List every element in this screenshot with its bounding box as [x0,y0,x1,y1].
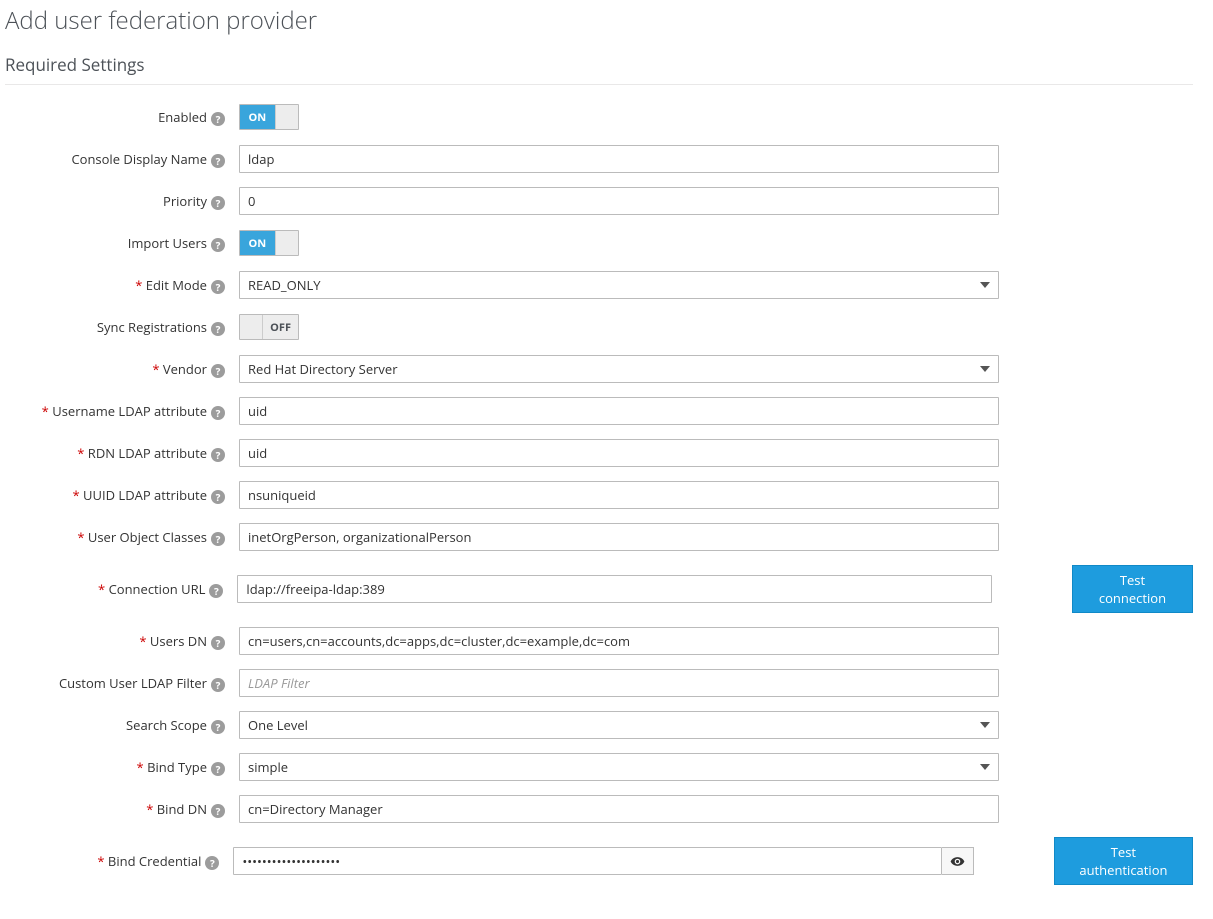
label-console-display-name: Console Display Name? [5,150,239,168]
help-icon[interactable]: ? [211,532,225,546]
help-icon[interactable]: ? [211,238,225,252]
label-bind-credential: * Bind Credential? [5,852,233,870]
label-enabled: Enabled? [5,108,239,126]
label-vendor: * Vendor? [5,360,239,378]
page-title: Add user federation provider [5,4,1193,37]
label-bind-type: * Bind Type? [5,758,239,776]
input-priority[interactable] [239,187,999,215]
toggle-enabled[interactable]: ON [239,104,299,130]
select-search-scope[interactable]: One Level [239,711,999,739]
label-search-scope: Search Scope? [5,716,239,734]
label-import-users: Import Users? [5,234,239,252]
label-username-ldap-attr: * Username LDAP attribute? [5,402,239,420]
help-icon[interactable]: ? [209,584,223,598]
input-rdn-ldap-attr[interactable] [239,439,999,467]
input-custom-user-ldap-filter[interactable] [239,669,999,697]
label-user-object-classes: * User Object Classes? [5,528,239,546]
select-vendor[interactable]: Red Hat Directory Server [239,355,999,383]
help-icon[interactable]: ? [211,448,225,462]
label-edit-mode: * Edit Mode? [5,276,239,294]
label-users-dn: * Users DN? [5,632,239,650]
reveal-password-button[interactable] [942,847,974,875]
label-rdn-ldap-attr: * RDN LDAP attribute? [5,444,239,462]
test-authentication-button[interactable]: Test authentication [1054,837,1193,885]
label-bind-dn: * Bind DN? [5,800,239,818]
label-sync-registrations: Sync Registrations? [5,318,239,336]
input-connection-url[interactable] [237,575,992,603]
input-bind-dn[interactable] [239,795,999,823]
label-custom-user-ldap-filter: Custom User LDAP Filter? [5,674,239,692]
help-icon[interactable]: ? [211,154,225,168]
select-bind-type[interactable]: simple [239,753,999,781]
toggle-import-users[interactable]: ON [239,230,299,256]
label-connection-url: * Connection URL? [5,580,237,598]
select-edit-mode[interactable]: READ_ONLY [239,271,999,299]
help-icon[interactable]: ? [211,280,225,294]
help-icon[interactable]: ? [211,406,225,420]
help-icon[interactable]: ? [211,762,225,776]
help-icon[interactable]: ? [211,636,225,650]
input-bind-credential[interactable] [233,847,941,875]
input-users-dn[interactable] [239,627,999,655]
test-connection-button[interactable]: Test connection [1072,565,1193,613]
help-icon[interactable]: ? [211,720,225,734]
help-icon[interactable]: ? [211,490,225,504]
toggle-sync-registrations[interactable]: OFF [239,314,299,340]
input-username-ldap-attr[interactable] [239,397,999,425]
help-icon[interactable]: ? [205,856,219,870]
section-required-settings: Required Settings [5,53,1193,85]
help-icon[interactable]: ? [211,196,225,210]
help-icon[interactable]: ? [211,678,225,692]
input-uuid-ldap-attr[interactable] [239,481,999,509]
help-icon[interactable]: ? [211,364,225,378]
label-priority: Priority? [5,192,239,210]
eye-icon [950,854,965,869]
help-icon[interactable]: ? [211,804,225,818]
label-uuid-ldap-attr: * UUID LDAP attribute? [5,486,239,504]
help-icon[interactable]: ? [211,322,225,336]
input-console-display-name[interactable] [239,145,999,173]
input-user-object-classes[interactable] [239,523,999,551]
help-icon[interactable]: ? [211,112,225,126]
